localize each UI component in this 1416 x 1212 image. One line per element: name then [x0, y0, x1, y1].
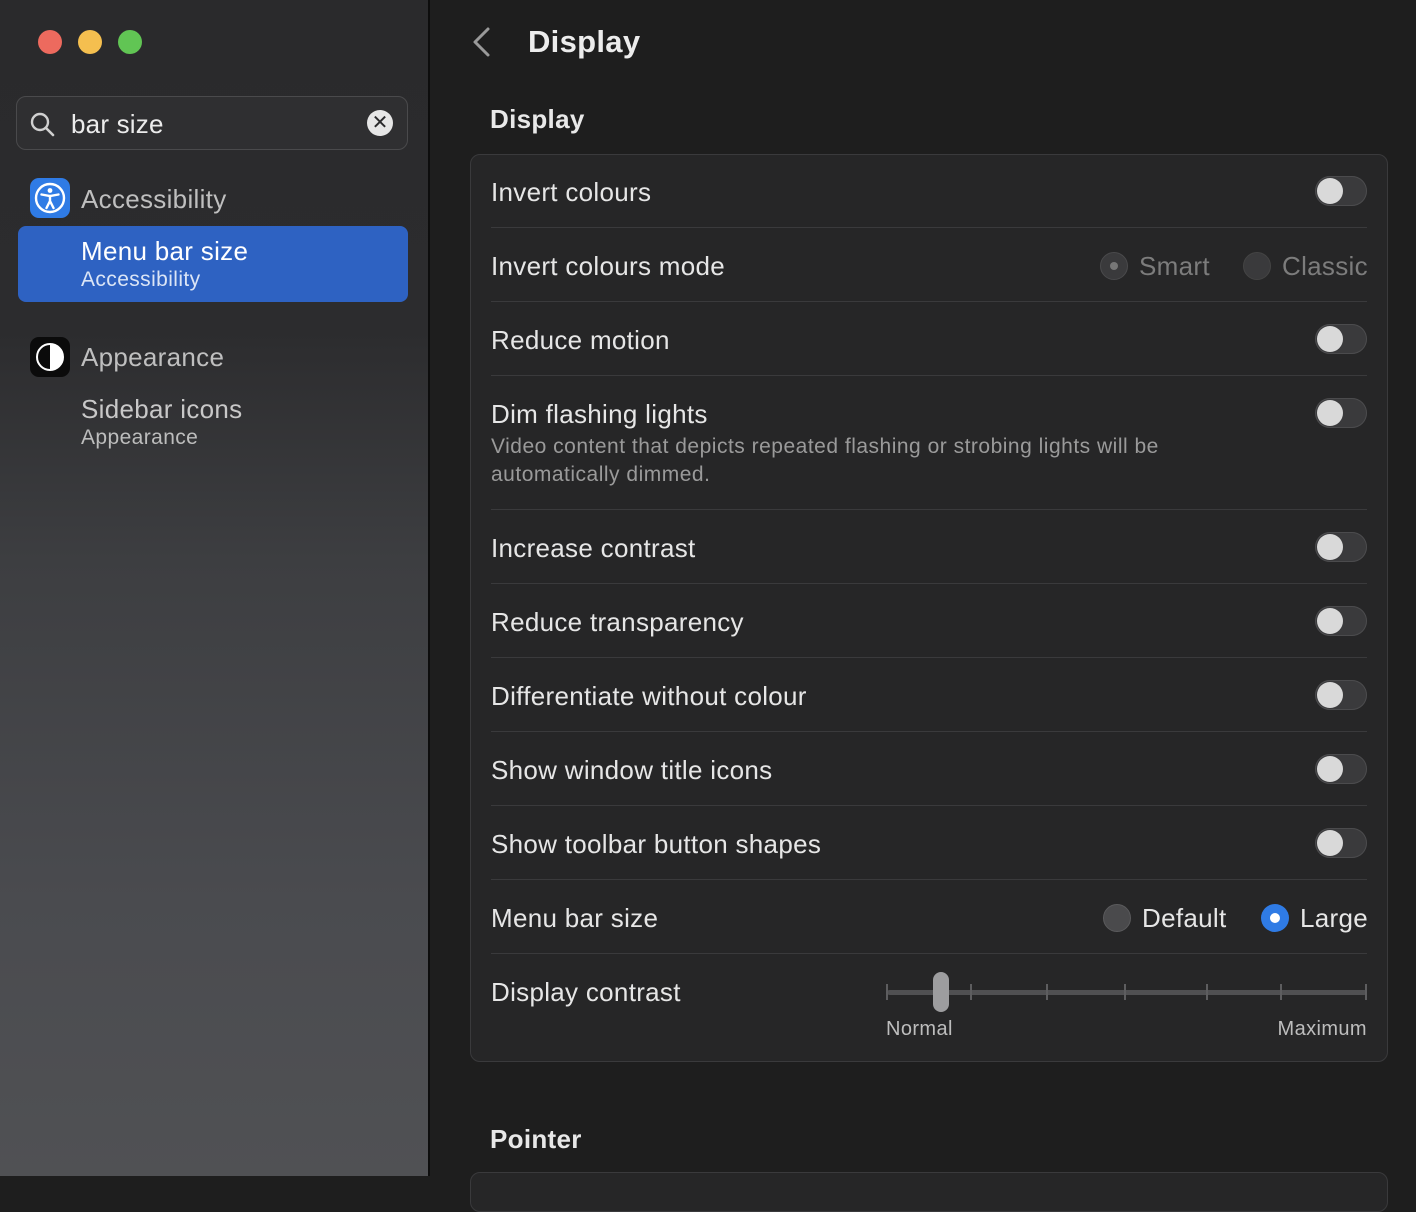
setting-row-increase-contrast: Increase contrast: [471, 510, 1387, 584]
setting-label: Invert colours mode: [491, 251, 726, 281]
search-icon: [30, 112, 55, 137]
setting-row-differentiate-without-colour: Differentiate without colour: [471, 658, 1387, 732]
chevron-left-icon[interactable]: [470, 26, 494, 58]
display-contrast-slider[interactable]: [887, 990, 1367, 995]
slider-tick: [1206, 984, 1208, 1000]
search-result-sidebar-icons[interactable]: Sidebar icons: [81, 394, 242, 425]
appearance-icon: [30, 337, 70, 377]
setting-label: Reduce transparency: [491, 607, 744, 637]
setting-label: Increase contrast: [491, 533, 696, 563]
setting-label: Show toolbar button shapes: [491, 829, 822, 859]
setting-row-invert-colours: Invert colours: [471, 155, 1387, 228]
slider-tick: [886, 984, 888, 1000]
search-input[interactable]: bar size: [71, 109, 164, 140]
large-radio[interactable]: [1261, 904, 1289, 932]
differentiate-without-colour-toggle[interactable]: [1315, 680, 1367, 710]
search-result-subtitle: Accessibility: [81, 268, 201, 291]
setting-row-reduce-motion: Reduce motion: [471, 302, 1387, 376]
setting-row-menu-bar-size: Menu bar size Default Large: [471, 880, 1387, 954]
close-window-button[interactable]: [38, 30, 62, 54]
show-toolbar-button-shapes-toggle[interactable]: [1315, 828, 1367, 858]
minimize-window-button[interactable]: [78, 30, 102, 54]
show-window-title-icons-toggle[interactable]: [1315, 754, 1367, 784]
default-radio[interactable]: [1103, 904, 1131, 932]
classic-radio-label: Classic: [1282, 251, 1368, 281]
setting-label: Dim flashing lights: [491, 399, 708, 429]
setting-label: Differentiate without colour: [491, 681, 807, 711]
setting-row-show-toolbar-button-shapes: Show toolbar button shapes: [471, 806, 1387, 880]
search-result-subtitle: Appearance: [81, 426, 199, 449]
smart-radio[interactable]: [1100, 252, 1128, 280]
slider-tick: [970, 984, 972, 1000]
setting-label: Reduce motion: [491, 325, 670, 355]
section-title-pointer: Pointer: [490, 1124, 582, 1154]
default-radio-label: Default: [1142, 903, 1227, 933]
increase-contrast-toggle[interactable]: [1315, 532, 1367, 562]
slider-thumb[interactable]: [933, 972, 949, 1012]
setting-label: Show window title icons: [491, 755, 773, 785]
setting-row-reduce-transparency: Reduce transparency: [471, 584, 1387, 658]
slider-min-label: Normal: [886, 1018, 953, 1040]
large-radio-label: Large: [1300, 903, 1368, 933]
reduce-transparency-toggle[interactable]: [1315, 606, 1367, 636]
setting-label: Display contrast: [491, 977, 681, 1007]
clear-search-icon[interactable]: ✕: [367, 110, 393, 136]
sidebar-divider: [428, 0, 430, 1176]
search-field[interactable]: bar size ✕: [16, 96, 408, 150]
reduce-motion-toggle[interactable]: [1315, 324, 1367, 354]
setting-label: Menu bar size: [491, 903, 659, 933]
sidebar-group-accessibility[interactable]: Accessibility: [81, 184, 227, 215]
slider-tick: [1046, 984, 1048, 1000]
slider-tick: [1124, 984, 1126, 1000]
search-result-title: Menu bar size: [81, 236, 249, 266]
setting-row-invert-colours-mode: Invert colours mode Smart Classic: [471, 228, 1387, 302]
zoom-window-button[interactable]: [118, 30, 142, 54]
slider-tick: [1365, 984, 1367, 1000]
classic-radio[interactable]: [1243, 252, 1271, 280]
setting-description: Video content that depicts repeated flas…: [491, 435, 1159, 486]
slider-tick: [1280, 984, 1282, 1000]
sidebar-group-appearance[interactable]: Appearance: [81, 342, 224, 373]
setting-row-display-contrast: Display contrast Normal Maximum: [471, 954, 1387, 1061]
setting-label: Invert colours: [491, 177, 652, 207]
page-title: Display: [528, 24, 641, 59]
section-title-display: Display: [490, 104, 585, 134]
setting-row-show-window-title-icons: Show window title icons: [471, 732, 1387, 806]
sidebar: bar size ✕ Accessibility Menu bar size A…: [0, 0, 428, 1176]
invert-colours-toggle[interactable]: [1315, 176, 1367, 206]
smart-radio-label: Smart: [1139, 251, 1210, 281]
display-settings-group: Invert colours Invert colours mode Smart…: [470, 154, 1388, 1062]
setting-row-dim-flashing-lights: Dim flashing lights Video content that d…: [471, 376, 1387, 510]
dim-flashing-lights-toggle[interactable]: [1315, 398, 1367, 428]
pointer-settings-group: [470, 1172, 1388, 1212]
accessibility-icon: [30, 178, 70, 218]
slider-max-label: Maximum: [1277, 1018, 1367, 1040]
